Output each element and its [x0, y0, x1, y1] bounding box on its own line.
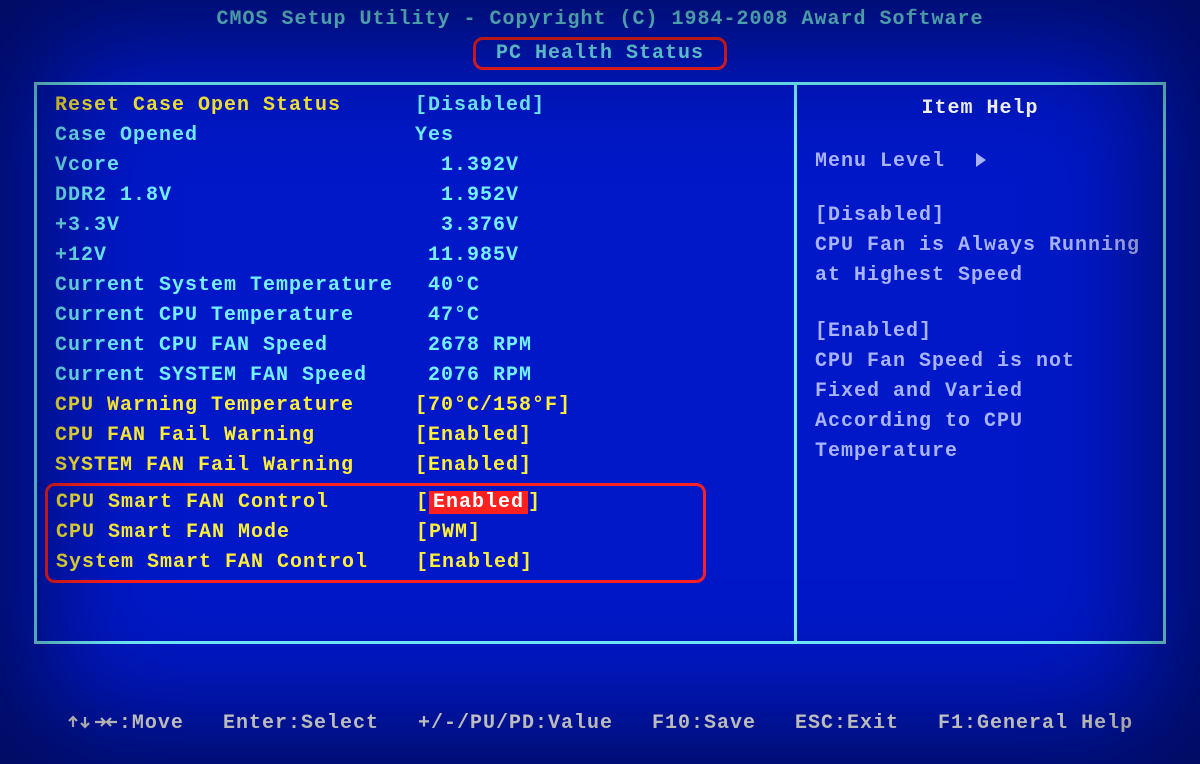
setting-value[interactable]: [Enabled]: [415, 451, 776, 481]
setting-value: Yes: [415, 121, 776, 151]
footer-text-1: :Move Enter:Select +/-/PU/PD:Value F10:S…: [119, 712, 1133, 735]
page-title: PC Health Status: [473, 37, 727, 70]
fan-setting-row[interactable]: System Smart FAN Control[Enabled]: [56, 548, 695, 578]
setting-label: DDR2 1.8V: [55, 181, 415, 211]
setting-value: 11.985V: [415, 241, 776, 271]
setting-row: Case OpenedYes: [55, 121, 776, 151]
setting-row: Current SYSTEM FAN Speed 2076 RPM: [55, 361, 776, 391]
setting-row: Current System Temperature 40°C: [55, 271, 776, 301]
setting-label: CPU FAN Fail Warning: [55, 421, 415, 451]
settings-panel: Reset Case Open Status[Disabled]Case Ope…: [34, 82, 794, 644]
panels: Reset Case Open Status[Disabled]Case Ope…: [34, 82, 1166, 644]
setting-value: 2076 RPM: [415, 361, 776, 391]
help-section: [Enabled]CPU Fan Speed is not Fixed and …: [815, 317, 1145, 467]
setting-row: Current CPU Temperature 47°C: [55, 301, 776, 331]
footer-hints: :Move Enter:Select +/-/PU/PD:Value F10:S…: [34, 654, 1166, 764]
setting-row: DDR2 1.8V 1.952V: [55, 181, 776, 211]
setting-label: Current System Temperature: [55, 271, 415, 301]
setting-row: Vcore 1.392V: [55, 151, 776, 181]
setting-value: 2678 RPM: [415, 331, 776, 361]
menu-level: Menu Level: [815, 150, 1145, 173]
help-body: CPU Fan Speed is not Fixed and Varied Ac…: [815, 347, 1145, 467]
help-body: CPU Fan is Always Running at Highest Spe…: [815, 231, 1145, 291]
setting-value: 1.952V: [415, 181, 776, 211]
help-title: Item Help: [815, 97, 1145, 120]
setting-value: 40°C: [415, 271, 776, 301]
setting-row: +12V 11.985V: [55, 241, 776, 271]
setting-value[interactable]: [70°C/158°F]: [415, 391, 776, 421]
setting-row: +3.3V 3.376V: [55, 211, 776, 241]
setting-row: Current CPU FAN Speed 2678 RPM: [55, 331, 776, 361]
help-heading: [Enabled]: [815, 317, 1145, 347]
setting-value[interactable]: [Enabled]: [415, 421, 776, 451]
setting-label: Case Opened: [55, 121, 415, 151]
setting-label: CPU Smart FAN Mode: [56, 518, 416, 548]
bios-screen: CMOS Setup Utility - Copyright (C) 1984-…: [0, 0, 1200, 764]
setting-value[interactable]: [Enabled]: [416, 488, 695, 518]
setting-label: CPU Smart FAN Control: [56, 488, 416, 518]
fan-control-highlight-box: CPU Smart FAN Control[Enabled]CPU Smart …: [45, 483, 706, 583]
setting-row[interactable]: CPU FAN Fail Warning[Enabled]: [55, 421, 776, 451]
setting-value[interactable]: [Disabled]: [415, 91, 776, 121]
setting-row[interactable]: Reset Case Open Status[Disabled]: [55, 91, 776, 121]
setting-label: Current SYSTEM FAN Speed: [55, 361, 415, 391]
setting-value: 1.392V: [415, 151, 776, 181]
setting-value[interactable]: [Enabled]: [416, 548, 695, 578]
footer-line-1: :Move Enter:Select +/-/PU/PD:Value F10:S…: [34, 710, 1166, 738]
setting-value[interactable]: [PWM]: [416, 518, 695, 548]
setting-label: Vcore: [55, 151, 415, 181]
setting-label: Reset Case Open Status: [55, 91, 415, 121]
header-subtitle-wrap: PC Health Status: [34, 37, 1166, 70]
fan-setting-row[interactable]: CPU Smart FAN Mode[PWM]: [56, 518, 695, 548]
setting-row[interactable]: SYSTEM FAN Fail Warning[Enabled]: [55, 451, 776, 481]
help-section: [Disabled]CPU Fan is Always Running at H…: [815, 201, 1145, 291]
chevron-right-icon: [976, 153, 986, 167]
header-title: CMOS Setup Utility - Copyright (C) 1984-…: [34, 8, 1166, 31]
help-panel: Item Help Menu Level [Disabled]CPU Fan i…: [794, 82, 1166, 644]
setting-label: SYSTEM FAN Fail Warning: [55, 451, 415, 481]
setting-label: +12V: [55, 241, 415, 271]
setting-value: 3.376V: [415, 211, 776, 241]
setting-label: Current CPU Temperature: [55, 301, 415, 331]
setting-label: CPU Warning Temperature: [55, 391, 415, 421]
setting-label: +3.3V: [55, 211, 415, 241]
help-heading: [Disabled]: [815, 201, 1145, 231]
menu-level-label: Menu Level: [815, 150, 945, 173]
setting-label: System Smart FAN Control: [56, 548, 416, 578]
setting-row[interactable]: CPU Warning Temperature[70°C/158°F]: [55, 391, 776, 421]
setting-label: Current CPU FAN Speed: [55, 331, 415, 361]
setting-value: 47°C: [415, 301, 776, 331]
arrows-icon: [67, 713, 119, 731]
fan-setting-row[interactable]: CPU Smart FAN Control[Enabled]: [56, 488, 695, 518]
